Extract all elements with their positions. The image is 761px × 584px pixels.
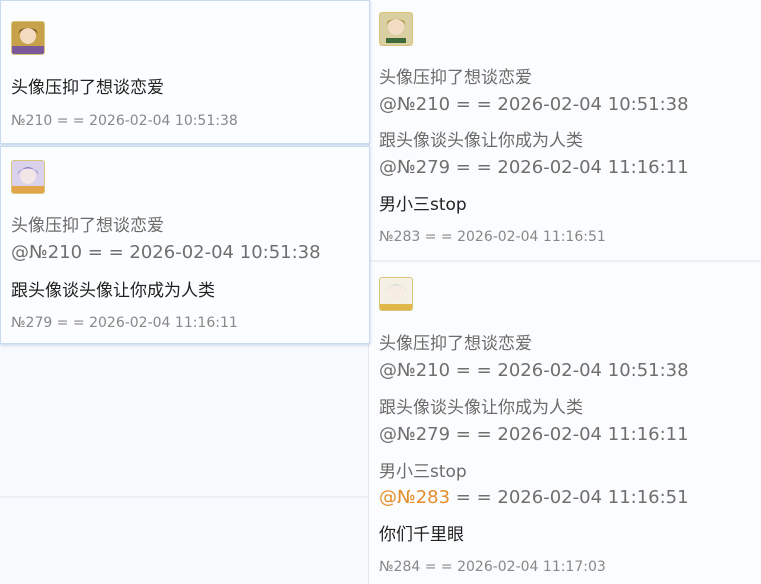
post-body: 头像压抑了想谈恋爱 (11, 78, 164, 98)
quote-reference-link[interactable]: @№210 = = 2026-02-04 10:51:38 (379, 360, 689, 381)
post-meta[interactable]: №210 = = 2026-02-04 10:51:38 (11, 113, 238, 129)
thread-post: 头像压抑了想谈恋爱 @№210 = = 2026-02-04 10:51:38 … (369, 262, 761, 584)
quote-text: 跟头像谈头像让你成为人类 (379, 398, 583, 418)
post-body: 你们千里眼 (379, 525, 464, 545)
avatar-anime-purple-icon[interactable] (11, 160, 45, 194)
quote-reference-link[interactable]: @№210 = = 2026-02-04 10:51:38 (379, 94, 689, 115)
quote-reference-link[interactable]: @№279 = = 2026-02-04 11:16:11 (379, 424, 689, 445)
quote-reference-row: @№283 = = 2026-02-04 11:16:51 (379, 487, 689, 508)
quoted-post-card[interactable]: 头像压抑了想谈恋爱 @№210 = = 2026-02-04 10:51:38 … (0, 146, 370, 344)
post-meta[interactable]: №279 = = 2026-02-04 11:16:11 (11, 315, 238, 331)
quote-reference-link-active[interactable]: @№283 (379, 487, 450, 508)
post-meta[interactable]: №284 = = 2026-02-04 11:17:03 (379, 559, 606, 575)
quote-text: 头像压抑了想谈恋爱 (379, 334, 532, 354)
quote-text: 跟头像谈头像让你成为人类 (379, 131, 583, 151)
quote-reference-rest: = = 2026-02-04 11:16:51 (450, 487, 689, 508)
quote-text: 男小三stop (379, 462, 467, 482)
quote-text: 头像压抑了想谈恋爱 (379, 68, 532, 88)
post-divider (0, 496, 368, 498)
post-meta[interactable]: №283 = = 2026-02-04 11:16:51 (379, 229, 606, 245)
quoted-post-card[interactable]: 头像压抑了想谈恋爱 №210 = = 2026-02-04 10:51:38 (0, 0, 370, 144)
quote-reference-link[interactable]: @№210 = = 2026-02-04 10:51:38 (11, 242, 321, 263)
quote-text: 头像压抑了想谈恋爱 (11, 216, 164, 236)
avatar-anime-gold-icon[interactable] (11, 21, 45, 55)
quote-reference-link[interactable]: @№279 = = 2026-02-04 11:16:11 (379, 157, 689, 178)
post-body: 男小三stop (379, 195, 467, 215)
thread-post: 头像压抑了想谈恋爱 @№210 = = 2026-02-04 10:51:38 … (369, 0, 761, 258)
post-body: 跟头像谈头像让你成为人类 (11, 281, 215, 301)
avatar-anime-green-icon[interactable] (379, 12, 413, 46)
avatar-anime-white-icon[interactable] (379, 277, 413, 311)
